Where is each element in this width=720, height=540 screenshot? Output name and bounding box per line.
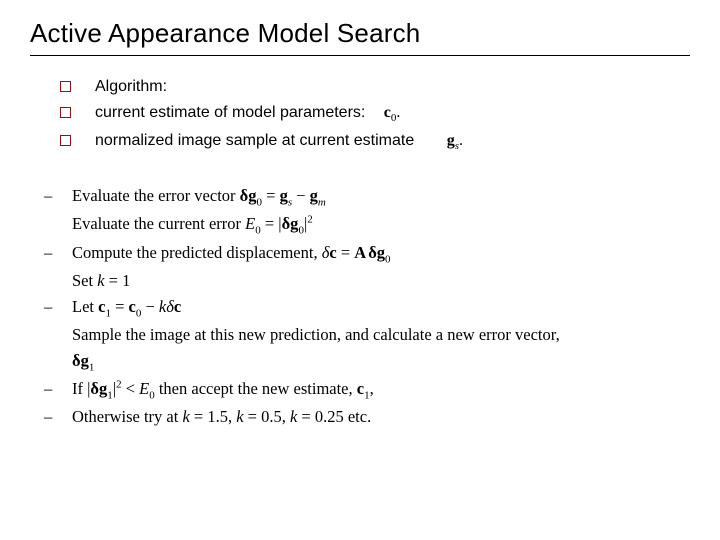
dash-icon xyxy=(40,240,72,266)
sub: 0 xyxy=(385,253,391,265)
t: If | xyxy=(72,379,90,398)
t: < xyxy=(122,379,140,398)
sym: g xyxy=(310,186,318,205)
algo-line: Evaluate the error vector δg0 = gs − gm xyxy=(40,183,690,211)
bullet-label: normalized image sample at current estim… xyxy=(95,132,414,149)
algo-line: Otherwise try at k = 1.5, k = 0.5, k = 0… xyxy=(40,404,690,430)
t: − xyxy=(292,186,310,205)
bullet-item: current estimate of model parameters: c0… xyxy=(60,100,690,127)
sym-dot: . xyxy=(396,104,400,121)
t: Let xyxy=(72,297,98,316)
t: Otherwise try at xyxy=(72,407,182,426)
algo-line: Let c1 = c0 − kδc xyxy=(40,294,690,322)
sym-main: g xyxy=(447,132,455,149)
algo-text: Evaluate the error vector δg0 = gs − gm xyxy=(72,183,690,211)
sym: c xyxy=(129,297,136,316)
sym: δg xyxy=(240,186,257,205)
dash-icon xyxy=(40,376,72,402)
sym: δ xyxy=(166,297,174,316)
algo-line: If |δg1|2 < E0 then accept the new estim… xyxy=(40,376,690,404)
slide: Active Appearance Model Search Algorithm… xyxy=(0,0,720,540)
bullet-item: Algorithm: xyxy=(60,74,690,100)
sym: E xyxy=(245,214,255,233)
bullet-label: current estimate of model parameters: xyxy=(95,104,365,121)
algo-line: Sample the image at this new prediction,… xyxy=(40,322,690,348)
bullet-text: current estimate of model parameters: c0… xyxy=(95,100,690,127)
symbol-gs: gs. xyxy=(447,132,463,149)
dash-icon xyxy=(40,183,72,209)
algo-text: Evaluate the current error E0 = |δg0|2 xyxy=(72,211,690,239)
sym: c xyxy=(174,297,181,316)
sym: c xyxy=(329,243,336,262)
sym: k xyxy=(236,407,243,426)
t: Evaluate the current error xyxy=(72,214,245,233)
square-bullet-icon xyxy=(60,135,71,146)
algo-text: δg1 xyxy=(72,348,690,376)
dash-icon xyxy=(40,294,72,320)
algo-line: Set k = 1 xyxy=(40,268,690,294)
t: = 0.25 etc. xyxy=(297,407,371,426)
bullet-list: Algorithm: current estimate of model par… xyxy=(60,74,690,155)
t: = | xyxy=(261,214,282,233)
t: = xyxy=(111,297,129,316)
algo-text: Compute the predicted displacement, δc =… xyxy=(72,240,690,268)
algorithm-block: Evaluate the error vector δg0 = gs − gm … xyxy=(40,183,690,430)
algo-text: If |δg1|2 < E0 then accept the new estim… xyxy=(72,376,690,404)
square-bullet-icon xyxy=(60,81,71,92)
sym-dot: . xyxy=(459,132,463,149)
sym: c xyxy=(357,379,364,398)
square-bullet-icon xyxy=(60,107,71,118)
algo-line: Evaluate the current error E0 = |δg0|2 xyxy=(40,211,690,239)
bullet-text: normalized image sample at current estim… xyxy=(95,128,690,155)
t: − xyxy=(141,297,159,316)
sym: δg xyxy=(282,214,299,233)
t: Sample the image at this new prediction,… xyxy=(72,325,560,344)
algo-text: Otherwise try at k = 1.5, k = 0.5, k = 0… xyxy=(72,404,690,430)
sym: δg xyxy=(72,351,89,370)
t: = 1 xyxy=(105,271,131,290)
bullet-item: normalized image sample at current estim… xyxy=(60,128,690,155)
t: Set xyxy=(72,271,97,290)
sym: E xyxy=(139,379,149,398)
dash-icon xyxy=(40,404,72,430)
t: = 0.5, xyxy=(244,407,290,426)
algo-text: Let c1 = c0 − kδc xyxy=(72,294,690,322)
algo-line: Compute the predicted displacement, δc =… xyxy=(40,240,690,268)
sym: A xyxy=(354,243,366,262)
sub: 1 xyxy=(89,361,95,373)
t: Compute the predicted displacement, xyxy=(72,243,322,262)
sym: k xyxy=(97,271,104,290)
sym: δg xyxy=(368,243,385,262)
t: , xyxy=(370,379,374,398)
algo-text: Sample the image at this new prediction,… xyxy=(72,322,690,348)
sym: δg xyxy=(90,379,107,398)
bullet-text: Algorithm: xyxy=(95,74,690,100)
slide-title: Active Appearance Model Search xyxy=(30,18,690,49)
t: = xyxy=(262,186,280,205)
sym-main: c xyxy=(384,104,391,121)
sub: m xyxy=(318,196,326,208)
sup: 2 xyxy=(307,214,313,226)
sym: k xyxy=(182,407,189,426)
t: = 1.5, xyxy=(190,407,236,426)
title-underline xyxy=(30,55,690,56)
t: then accept the new estimate, xyxy=(155,379,357,398)
t: = xyxy=(337,243,355,262)
algo-line: δg1 xyxy=(40,348,690,376)
algo-text: Set k = 1 xyxy=(72,268,690,294)
sym: g xyxy=(280,186,288,205)
symbol-c0: c0. xyxy=(384,104,401,121)
t: Evaluate the error vector xyxy=(72,186,240,205)
